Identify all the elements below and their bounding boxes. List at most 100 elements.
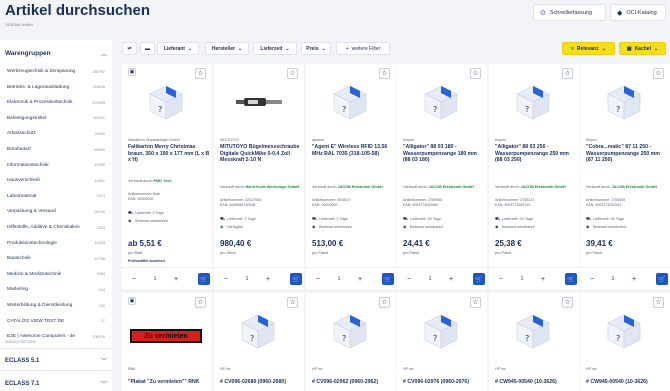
category-item[interactable]: Arbeitsschutz 24460 — [7, 131, 105, 136]
category-item[interactable]: Elektronik & Prozessleittechnik 370695 — [7, 100, 105, 105]
quantity-value[interactable]: 1 — [598, 276, 628, 282]
product-name[interactable]: "Cobra...matic" 87 11 250 - Wasserpumpen… — [586, 144, 668, 164]
view-tiles-dropdown[interactable]: ▦ Kachel ⌄ — [619, 42, 666, 55]
product-image-area[interactable]: ? ☆ — [306, 64, 396, 134]
product-name[interactable]: Faltkarton Merry Christmas braun, 350 x … — [128, 144, 210, 164]
quantity-value[interactable]: 1 — [507, 276, 537, 282]
product-name[interactable]: # CW945-00540 (10-3626) — [586, 379, 668, 386]
product-card[interactable]: ▣ Zu vermieten ☆ RNK "Plakat "Zu vermieten""… — [122, 293, 212, 391]
seller-name[interactable]: PMD Tech — [154, 179, 172, 183]
product-card[interactable]: ▣? ☆ Natusform Verpackungen GmbH Faltkarton… — [122, 64, 212, 289]
product-name[interactable]: # CW945-00540 (10-3626) — [495, 379, 577, 386]
category-item[interactable]: Marketing 324 — [7, 287, 105, 292]
product-image-area[interactable]: ? ☆ — [214, 293, 304, 363]
star-icon[interactable]: ☆ — [562, 297, 573, 308]
product-card[interactable]: ? ☆ HP Inc # CW945-00540 (10-3626) — [580, 293, 670, 391]
seller-name[interactable]: JACOB Elektronik GmbH — [521, 185, 566, 189]
cart-icon[interactable]: 🛒 — [198, 273, 210, 285]
decrease-button[interactable]: − — [312, 273, 324, 285]
product-image-area[interactable]: ☆ — [214, 64, 304, 134]
decrease-button[interactable]: − — [220, 273, 232, 285]
product-card[interactable]: ? ☆ Knipex "Alligator" 88 03 180 - Wasserpu… — [397, 64, 487, 289]
category-item[interactable]: E2E | Awesome Computers - de 706374 — [7, 334, 105, 339]
product-name[interactable]: "Alligator" 88 03 250 - Wasserpumpenzang… — [495, 144, 577, 164]
product-card[interactable]: ? ☆ Knipex "Cobra...matic" 87 11 250 - Wass… — [580, 64, 670, 289]
star-icon[interactable]: ☆ — [287, 297, 298, 308]
product-card[interactable]: ? ☆ HP Inc # CV096-02962 (0960-2962) — [306, 293, 396, 391]
product-card[interactable]: ? ☆ apranet "Agent E" Wireless RFID 13,56 M… — [306, 64, 396, 289]
sort-relevance-dropdown[interactable]: ≡ Relevanz ⌄ — [562, 42, 615, 55]
star-icon[interactable]: ☆ — [653, 68, 664, 79]
increase-button[interactable]: + — [537, 273, 549, 285]
product-name[interactable]: MITUTOYO Bügelmessschraube Digitale Quic… — [220, 144, 302, 164]
quantity-value[interactable]: 1 — [415, 276, 445, 282]
product-image-area[interactable]: ▣ Zu vermieten ☆ — [122, 293, 212, 363]
decrease-button[interactable]: − — [403, 273, 415, 285]
star-icon[interactable]: ☆ — [195, 68, 206, 79]
seller-name[interactable]: JACOB Elektronik GmbH — [338, 185, 383, 189]
cart-icon[interactable]: 🛒 — [290, 273, 302, 285]
star-icon[interactable]: ☆ — [379, 297, 390, 308]
cart-icon[interactable]: 🛒 — [473, 273, 485, 285]
seller-name[interactable]: JACOB Elektronik GmbH — [429, 185, 474, 189]
quantity-value[interactable]: 1 — [140, 276, 170, 282]
product-image-area[interactable]: ▣? ☆ — [122, 64, 212, 134]
product-name[interactable]: # CV096-02976 (0960-2976) — [403, 379, 485, 386]
star-icon[interactable]: ☆ — [653, 297, 664, 308]
product-image-area[interactable]: ? ☆ — [489, 64, 579, 134]
cart-icon[interactable]: 🛒 — [656, 273, 668, 285]
increase-button[interactable]: + — [262, 273, 274, 285]
reset-link[interactable]: ZURÜCKSETZEN — [5, 340, 36, 344]
increase-button[interactable]: + — [445, 273, 457, 285]
decrease-button[interactable]: − — [586, 273, 598, 285]
category-item[interactable]: Produktionstechnologie 14253 — [7, 241, 105, 246]
product-image-area[interactable]: ? ☆ — [489, 293, 579, 363]
oci-catalog-button[interactable]: ◆ OCI-Katalog — [610, 4, 666, 21]
star-icon[interactable]: ☆ — [470, 297, 481, 308]
category-item[interactable]: Labormaterial 1474 — [7, 194, 105, 199]
seller-name[interactable]: Hahn+Kolb Werkzeuge GmbH — [246, 185, 300, 189]
quantity-value[interactable]: 1 — [324, 276, 354, 282]
quantity-value[interactable]: 1 — [232, 276, 262, 282]
product-image-area[interactable]: ? ☆ — [580, 64, 670, 134]
cart-icon[interactable]: 🛒 — [382, 273, 394, 285]
category-item[interactable]: Verpackung & Versand 26150 — [7, 209, 105, 214]
category-item[interactable]: Befestigungsmittel 116391 — [7, 116, 105, 121]
supplier-filter[interactable]: Lieferant ⌄ — [157, 42, 199, 55]
quick-entry-button[interactable]: ⊙ Schnellerfassung — [533, 4, 606, 21]
star-icon[interactable]: ☆ — [379, 68, 390, 79]
product-image-area[interactable]: ? ☆ — [397, 64, 487, 134]
category-item[interactable]: Bautechnik 21766 — [7, 256, 105, 261]
product-name[interactable]: # CV096-02962 (0960-2962) — [312, 379, 394, 386]
decrease-button[interactable]: − — [495, 273, 507, 285]
view-toggle-button[interactable]: ▬ — [140, 42, 155, 55]
star-icon[interactable]: ☆ — [287, 68, 298, 79]
product-image-area[interactable]: ? ☆ — [580, 293, 670, 363]
filter-toggle-button[interactable]: ⇄ — [122, 42, 137, 55]
increase-button[interactable]: + — [170, 273, 182, 285]
product-card[interactable]: ☆ MITUTOYO MITUTOYO Bügelmessschraube Digi… — [214, 64, 304, 289]
category-item[interactable]: Hilfsstoffe, Additive & Chemikalien 2323 — [7, 225, 105, 230]
product-name[interactable]: "Plakat "Zu vermieten"" RNK — [128, 379, 210, 386]
more-filters-button[interactable]: + weitere Filter — [336, 42, 390, 55]
decrease-button[interactable]: − — [128, 273, 140, 285]
category-item[interactable]: Weiterbildung & Dienstleistung 799 — [7, 303, 105, 308]
increase-button[interactable]: + — [628, 273, 640, 285]
seller-name[interactable]: JACOB Elektronik GmbH — [612, 185, 657, 189]
category-item[interactable]: Informationstechnik 47390 — [7, 163, 105, 168]
delivery-time-filter[interactable]: Lieferzeit ⌄ — [253, 42, 297, 55]
price-tiers-link[interactable]: Preisstaffel ansehen — [128, 259, 165, 263]
product-card[interactable]: ? ☆ Knipex "Alligator" 88 03 250 - Wasserpu… — [489, 64, 579, 289]
star-icon[interactable]: ☆ — [562, 68, 573, 79]
product-name[interactable]: "Agent E" Wireless RFID 13,56 MHz RAL 70… — [312, 144, 394, 157]
cart-icon[interactable]: 🛒 — [565, 273, 577, 285]
increase-button[interactable]: + — [354, 273, 366, 285]
category-item[interactable]: Medizin & Medizintechnik 3264 — [7, 272, 105, 277]
category-item[interactable]: CATALOG VIEW TEST DE 37 — [7, 319, 105, 324]
product-image-area[interactable]: ? ☆ — [397, 293, 487, 363]
product-image-area[interactable]: ? ☆ — [306, 293, 396, 363]
category-item[interactable]: Bürobedarf 89380 — [7, 147, 105, 152]
product-name[interactable]: # CV096-02680 (0960-2680) — [220, 379, 302, 386]
eclass-71-toggle[interactable]: ECLASS 7.1 ﹀ — [5, 379, 107, 389]
product-card[interactable]: ? ☆ HP Inc # CW945-00540 (10-3626) — [489, 293, 579, 391]
